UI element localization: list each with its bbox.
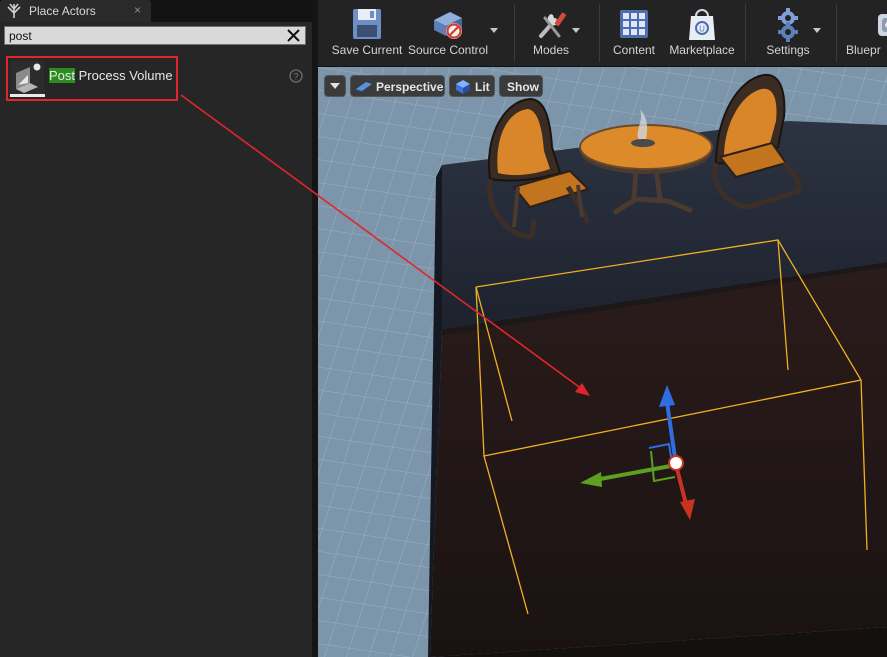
content-icon (620, 10, 648, 38)
level-viewport[interactable]: Perspective Lit Show (318, 67, 887, 657)
marketplace-label: Marketplace (669, 43, 735, 57)
lit-label: Lit (475, 80, 490, 94)
help-glyph: ? (293, 72, 298, 82)
lit-mode-icon (456, 80, 470, 94)
tab-label: Place Actors (29, 4, 96, 18)
viewport-options-button[interactable] (324, 75, 346, 97)
close-icon[interactable]: × (134, 3, 141, 17)
perspective-label: Perspective (376, 80, 444, 94)
source-control-button[interactable]: Source Control (406, 0, 490, 66)
lit-button[interactable]: Lit (449, 75, 495, 97)
asset-label-rest: Process Volume (75, 68, 173, 83)
svg-text:U: U (699, 25, 705, 34)
settings-label: Settings (766, 43, 810, 57)
settings-button[interactable]: Settings (751, 0, 825, 66)
content-label: Content (612, 43, 656, 57)
modes-dropdown-icon[interactable] (572, 28, 580, 33)
toolbar-divider (599, 4, 600, 62)
asset-label: Post Process Volume (49, 68, 173, 83)
search-box (4, 26, 306, 45)
post-process-volume-item[interactable]: Post Process Volume (6, 56, 178, 101)
source-control-icon (434, 12, 462, 39)
chevron-down-icon (330, 83, 340, 89)
show-button[interactable]: Show (499, 75, 543, 97)
source-control-label: Source Control (407, 43, 489, 57)
perspective-button[interactable]: Perspective (350, 75, 445, 97)
clear-search-icon[interactable] (285, 27, 302, 44)
save-icon (353, 9, 381, 39)
marketplace-icon: U (689, 9, 715, 40)
content-button[interactable]: Content (605, 0, 663, 66)
source-control-dropdown-icon[interactable] (490, 28, 498, 33)
marketplace-button[interactable]: U Marketplace (664, 0, 740, 66)
modes-icon (539, 12, 567, 38)
post-process-volume-icon (10, 61, 44, 95)
toolbar-divider (514, 4, 515, 62)
settings-dropdown-icon[interactable] (813, 28, 821, 33)
toolbar-divider (836, 4, 837, 62)
place-actors-icon (7, 3, 21, 18)
gizmo-pivot[interactable] (668, 455, 684, 471)
modes-label: Modes (532, 43, 570, 57)
blueprints-label: Bluepr (846, 43, 881, 57)
tab-place-actors[interactable]: Place Actors × (0, 0, 151, 22)
search-input[interactable] (5, 27, 281, 44)
blueprint-icon (878, 14, 887, 36)
help-icon[interactable]: ? (289, 69, 303, 83)
perspective-icon (356, 82, 372, 92)
viewport-scene (318, 67, 887, 657)
toolbar-divider (745, 4, 746, 62)
place-actors-panel: Place Actors × Post Process Volume ? (0, 0, 312, 657)
asset-type-underline (10, 94, 45, 97)
search-match-highlight: Post (49, 68, 76, 83)
blueprints-button[interactable]: Bluepr (842, 0, 887, 66)
save-current-label: Save Current (331, 43, 403, 57)
main-toolbar: Save Current Source Control Modes Conten… (318, 0, 887, 67)
save-current-button[interactable]: Save Current (324, 0, 410, 66)
modes-button[interactable]: Modes (520, 0, 582, 66)
panel-tab-bar: Place Actors × (0, 0, 312, 22)
settings-icon (778, 8, 798, 42)
show-label: Show (507, 80, 539, 94)
